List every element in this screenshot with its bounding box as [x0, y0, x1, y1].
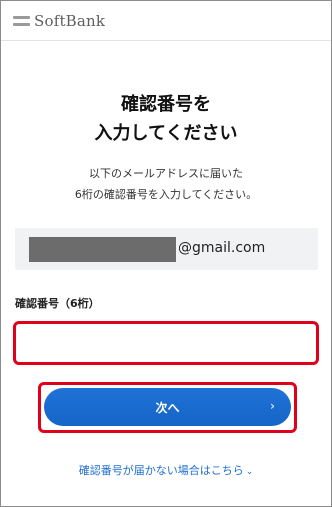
softbank-logo[interactable]: SoftBank	[13, 11, 105, 31]
email-redaction-mask	[29, 237, 176, 262]
chevron-down-icon: ⌄	[245, 467, 254, 477]
email-domain-text: @gmail.com	[178, 240, 266, 256]
header: SoftBank	[1, 1, 331, 41]
page-title-line2: 入力してください	[94, 123, 238, 144]
chevron-right-icon: ›	[270, 399, 275, 413]
page-frame: SoftBank 確認番号を 入力してください 以下のメールアドレスに届いた 6…	[0, 0, 332, 507]
brand-name: SoftBank	[34, 12, 106, 30]
page-title-line1: 確認番号を	[121, 94, 211, 115]
description-line2: 6桁の確認番号を入力してください。	[74, 188, 258, 201]
code-not-received-link[interactable]: 確認番号が届かない場合はこちら ⌄	[1, 462, 331, 478]
description-line1: 以下のメールアドレスに届いた	[89, 167, 243, 180]
code-field-label: 確認番号（6桁）	[15, 297, 100, 310]
help-link-label: 確認番号が届かない場合はこちら	[78, 464, 244, 477]
next-button-label: 次へ	[155, 400, 180, 415]
confirmation-code-input[interactable]	[13, 321, 319, 365]
next-button[interactable]: 次へ ›	[44, 388, 291, 426]
softbank-logo-icon	[13, 15, 30, 27]
